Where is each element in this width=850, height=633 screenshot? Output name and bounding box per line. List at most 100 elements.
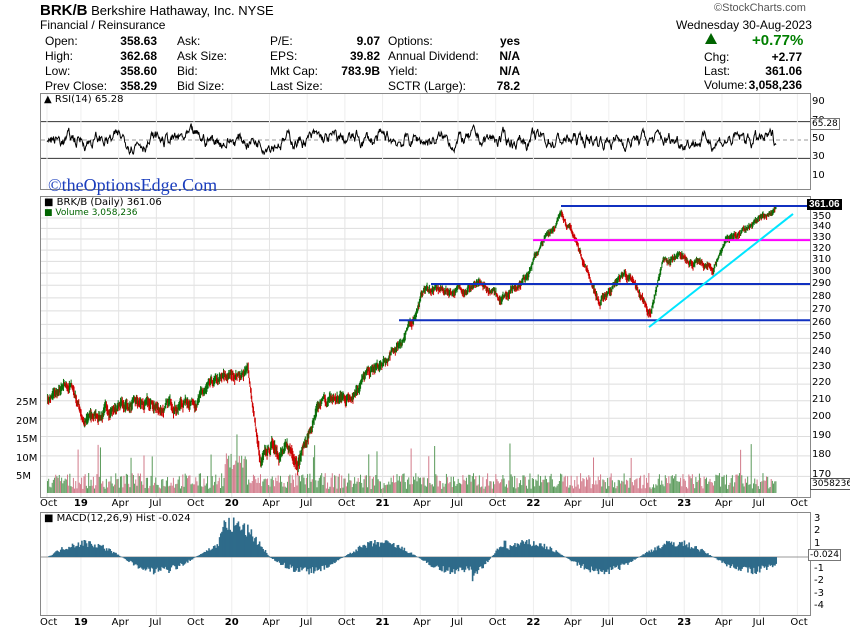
volume-bar — [774, 481, 776, 493]
volume-bar — [668, 476, 670, 493]
volume-bar — [447, 477, 449, 493]
volume-bar — [128, 483, 130, 493]
volume-bar — [396, 474, 398, 493]
volume-label: Volume: — [704, 78, 748, 92]
macd-tick-label: -3 — [814, 587, 824, 599]
volume-bar — [690, 478, 692, 493]
volume-bar — [64, 478, 66, 493]
macd-label: ■ MACD(12,26,9) Hist -0.024 — [44, 513, 191, 524]
volume-bar — [276, 481, 278, 493]
volume-bar — [298, 475, 300, 493]
volume-bar — [487, 473, 489, 493]
volume-bar — [201, 486, 203, 493]
volume-bar — [322, 484, 324, 493]
volume-bar — [151, 456, 153, 493]
volume-bar — [454, 481, 456, 493]
volume-bar — [289, 474, 291, 493]
volume-bar — [58, 474, 60, 493]
volume-bar — [229, 467, 231, 493]
volume-bar — [696, 482, 698, 493]
volume-bar — [244, 456, 246, 493]
volume-bar — [554, 486, 556, 493]
x-tick-label: Oct — [40, 498, 58, 509]
volume-bar — [649, 487, 651, 493]
volume-bar — [270, 478, 272, 493]
volume-bar — [263, 479, 265, 493]
volume-bar — [362, 487, 364, 493]
volume-tick-label: 10M — [16, 452, 38, 464]
volume-bar — [344, 478, 346, 493]
x-tick-label: Apr — [714, 617, 733, 628]
volume-bar — [451, 487, 453, 493]
sector: Financial / Reinsurance — [40, 18, 166, 32]
volume-bar — [577, 484, 579, 493]
volume-bar — [428, 456, 430, 493]
quote-value: 39.82 — [349, 49, 380, 63]
chg-value: +2.77 — [771, 50, 802, 64]
volume-bar — [658, 474, 660, 493]
volume-bar — [758, 488, 760, 493]
volume-bar — [488, 485, 490, 493]
volume-bar — [763, 480, 765, 493]
volume-bar — [350, 480, 352, 493]
volume-bar — [420, 477, 422, 493]
volume-bar — [770, 479, 772, 493]
volume-bar — [468, 474, 470, 493]
volume-bar — [164, 486, 166, 493]
volume-bar — [179, 488, 181, 493]
volume-bar — [385, 484, 387, 493]
volume-bar — [380, 481, 382, 493]
volume-bar — [529, 473, 531, 493]
volume-bar — [643, 474, 645, 493]
volume-bar — [401, 475, 403, 493]
volume-bar — [271, 476, 273, 493]
volume-bar — [281, 481, 283, 493]
volume-bar — [323, 477, 325, 493]
volume-bar — [334, 475, 336, 493]
volume-bar — [576, 476, 578, 493]
volume-bar — [259, 474, 261, 493]
volume-bar — [202, 486, 204, 493]
macd-tick-label: 2 — [814, 525, 821, 536]
volume-bar — [74, 488, 76, 493]
price-tick-label: 330 — [812, 232, 832, 244]
quote-value: 358.63 — [120, 34, 157, 48]
volume-bar — [674, 476, 676, 493]
volume-bar — [548, 482, 550, 493]
macd-hist-bar — [415, 556, 417, 557]
volume-bar — [395, 482, 397, 493]
macd-hist-bar — [268, 556, 270, 557]
volume-bar — [123, 475, 125, 493]
volume-bar — [431, 484, 433, 493]
volume-bar — [741, 475, 743, 493]
volume-bar — [51, 482, 53, 493]
volume-bar — [653, 484, 655, 493]
volume-bar — [256, 482, 258, 493]
volume-bar — [111, 483, 113, 493]
volume-bar — [187, 478, 189, 493]
volume-bar — [351, 487, 353, 493]
volume-bar — [224, 464, 226, 493]
volume-bar — [645, 477, 647, 493]
macd-tick-label: 1 — [814, 537, 821, 549]
volume-bar — [636, 478, 638, 493]
volume-bar — [425, 486, 427, 493]
volume-bar — [421, 484, 423, 493]
volume-bar — [174, 487, 176, 493]
volume-bar — [212, 485, 214, 493]
volume-bar — [131, 473, 133, 493]
volume-bar — [308, 487, 310, 493]
volume-bar — [633, 485, 635, 493]
volume-bar — [165, 480, 167, 493]
volume-bar — [640, 475, 642, 493]
volume-bar — [710, 482, 712, 493]
macd-hist-bar — [489, 557, 492, 559]
volume-bar — [721, 476, 723, 493]
volume-bar — [99, 447, 101, 493]
volume-bar — [550, 473, 552, 493]
x-tick-label: Jul — [752, 498, 765, 509]
volume-bar — [169, 485, 171, 493]
volume-bar — [707, 483, 709, 493]
volume-bar — [648, 473, 650, 493]
volume-bar — [661, 480, 663, 493]
